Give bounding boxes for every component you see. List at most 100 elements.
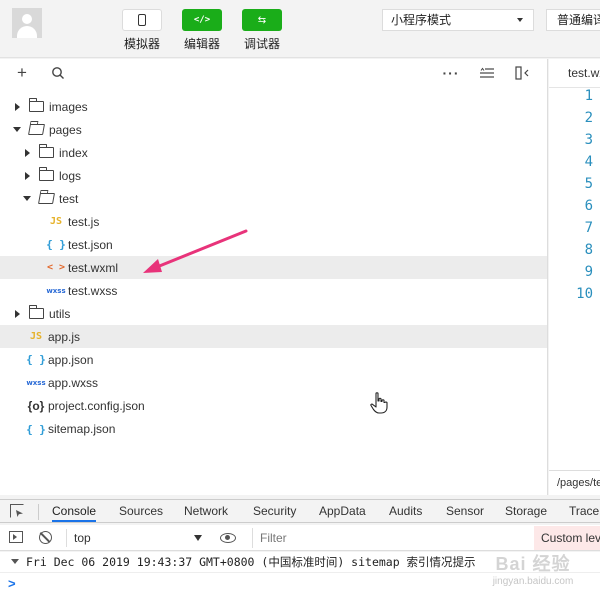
debugger-toggle[interactable]: ⇆ 调试器 — [240, 9, 284, 52]
tree-item-label: test.json — [68, 237, 113, 252]
console-log-text: Fri Dec 06 2019 19:43:37 GMT+0800 (中国标准时… — [26, 555, 476, 569]
avatar[interactable] — [12, 8, 42, 38]
line-number: 6 — [584, 198, 593, 214]
line-number: 2 — [584, 110, 593, 126]
code-icon: </> — [193, 15, 211, 25]
simulator-button[interactable] — [122, 9, 162, 31]
avatar-head-shape — [22, 14, 32, 24]
clear-console-icon[interactable] — [39, 531, 52, 544]
log-level-select[interactable]: Custom levels — [534, 526, 600, 550]
tree-file-app-wxss[interactable]: wxss app.wxss — [0, 371, 547, 394]
more-icon[interactable]: ··· — [442, 64, 460, 82]
chevron-right-icon[interactable] — [12, 103, 22, 111]
line-number: 7 — [584, 220, 593, 236]
json-file-icon: { } — [26, 422, 46, 436]
tree-item-label: logs — [59, 168, 82, 183]
watermark: Bai 经验 jingyan.baidu.com — [468, 550, 598, 596]
tree-item-label: test — [59, 191, 79, 206]
simulator-toggle[interactable]: 模拟器 — [120, 9, 164, 52]
tree-folder-test[interactable]: test — [0, 187, 547, 210]
folder-icon — [39, 167, 54, 181]
editor-button[interactable]: </> — [182, 9, 222, 31]
chevron-down-icon[interactable] — [12, 127, 22, 132]
tab-storage[interactable]: Storage — [505, 500, 547, 522]
code-editor: test.wxml 1 2 3 4 5 6 7 8 9 10 /pages/test/test.w… — [549, 59, 600, 495]
tree-file-app-json[interactable]: { } app.json — [0, 348, 547, 371]
tree-folder-logs[interactable]: logs — [0, 164, 547, 187]
compile-select[interactable]: 普通编译 — [546, 9, 600, 31]
tree-item-label: pages — [49, 122, 82, 137]
chevron-right-icon[interactable] — [12, 310, 22, 318]
tree-file-app-js[interactable]: JS app.js — [0, 325, 547, 348]
top-toolbar: 模拟器 </> 编辑器 ⇆ 调试器 小程序模式 普通编译 — [0, 0, 600, 58]
file-tree: images pages index logs test JS test.js{ } test… — [0, 95, 547, 441]
tree-file-test-wxml[interactable]: < > test.wxml — [0, 256, 547, 279]
compile-select-value: 普通编译 — [557, 13, 600, 27]
tab-trace[interactable]: Trace — [569, 500, 599, 522]
mode-select-value: 小程序模式 — [391, 13, 452, 27]
context-select[interactable]: top — [66, 529, 206, 547]
line-number: 5 — [584, 176, 593, 192]
chevron-right-icon[interactable] — [22, 149, 32, 157]
devtools-tabbar: Console Sources Network Security AppData Audi… — [0, 499, 600, 523]
watermark-url: jingyan.baidu.com — [492, 576, 574, 587]
editor-toggle[interactable]: </> 编辑器 — [180, 9, 224, 52]
tree-file-test-js[interactable]: JS test.js — [0, 210, 547, 233]
mode-select[interactable]: 小程序模式 — [382, 9, 534, 31]
folder-icon — [29, 98, 44, 112]
filter-input[interactable] — [252, 528, 534, 548]
line-number: 8 — [584, 242, 593, 258]
tree-item-label: test.wxml — [68, 260, 119, 275]
tree-folder-pages[interactable]: pages — [0, 118, 547, 141]
console-prompt[interactable]: > — [8, 576, 16, 591]
wxss-file-icon: wxss — [26, 378, 46, 387]
tree-folder-images[interactable]: images — [0, 95, 547, 118]
tree-item-label: images — [49, 99, 88, 114]
explorer-toolbar: + ··· — [0, 59, 547, 87]
add-icon[interactable]: + — [13, 63, 31, 82]
tree-item-label: app.wxss — [48, 375, 99, 390]
tab-network[interactable]: Network — [184, 500, 228, 522]
line-number: 9 — [584, 264, 593, 280]
folder-icon — [28, 124, 45, 135]
tree-item-label: sitemap.json — [48, 422, 116, 437]
context-select-value: top — [74, 531, 91, 545]
tree-item-label: utils — [49, 306, 71, 321]
tree-folder-index[interactable]: index — [0, 141, 547, 164]
search-icon[interactable] — [49, 64, 67, 82]
line-number: 4 — [584, 154, 593, 170]
tree-item-label: app.json — [48, 352, 94, 367]
watermark-brand: Bai 经验 — [495, 554, 571, 574]
tree-folder-utils[interactable]: utils — [0, 302, 547, 325]
chevron-down-icon[interactable] — [22, 196, 32, 201]
tab-console[interactable]: Console — [52, 500, 97, 522]
file-explorer: + ··· images pages index logs test JS test.js{… — [0, 59, 548, 495]
live-expression-eye-icon[interactable] — [220, 533, 236, 543]
collapse-all-icon[interactable] — [478, 64, 496, 82]
tab-security[interactable]: Security — [253, 500, 296, 522]
tab-appdata[interactable]: AppData — [319, 500, 366, 522]
divider — [38, 504, 39, 520]
tree-file-sitemap-json[interactable]: { } sitemap.json — [0, 418, 547, 442]
tree-item-label: app.js — [48, 329, 81, 344]
tab-audits[interactable]: Audits — [389, 500, 422, 522]
debugger-label: 调试器 — [243, 37, 280, 51]
tree-item-label: test.js — [68, 214, 100, 229]
show-sidebar-icon[interactable] — [9, 531, 23, 543]
tab-sources[interactable]: Sources — [119, 500, 163, 522]
tab-sensor[interactable]: Sensor — [446, 500, 484, 522]
debugger-button[interactable]: ⇆ — [242, 9, 282, 31]
chevron-down-icon — [517, 18, 523, 22]
expand-triangle-icon[interactable] — [11, 559, 19, 564]
inspect-element-icon[interactable] — [10, 504, 24, 518]
collapse-sidebar-icon[interactable] — [514, 64, 532, 82]
tree-file-test-json[interactable]: { } test.json — [0, 233, 547, 256]
chevron-right-icon[interactable] — [22, 172, 32, 180]
tree-file-project-config-json[interactable]: {o} project.config.json — [0, 394, 547, 418]
js-file-icon: JS — [29, 331, 43, 342]
tree-file-test-wxss[interactable]: wxss test.wxss — [0, 279, 547, 302]
tree-item-label: test.wxss — [68, 283, 118, 298]
editor-tab[interactable]: test.wxml — [549, 59, 600, 87]
folder-icon — [38, 193, 55, 204]
tree-item-label: project.config.json — [48, 398, 145, 413]
